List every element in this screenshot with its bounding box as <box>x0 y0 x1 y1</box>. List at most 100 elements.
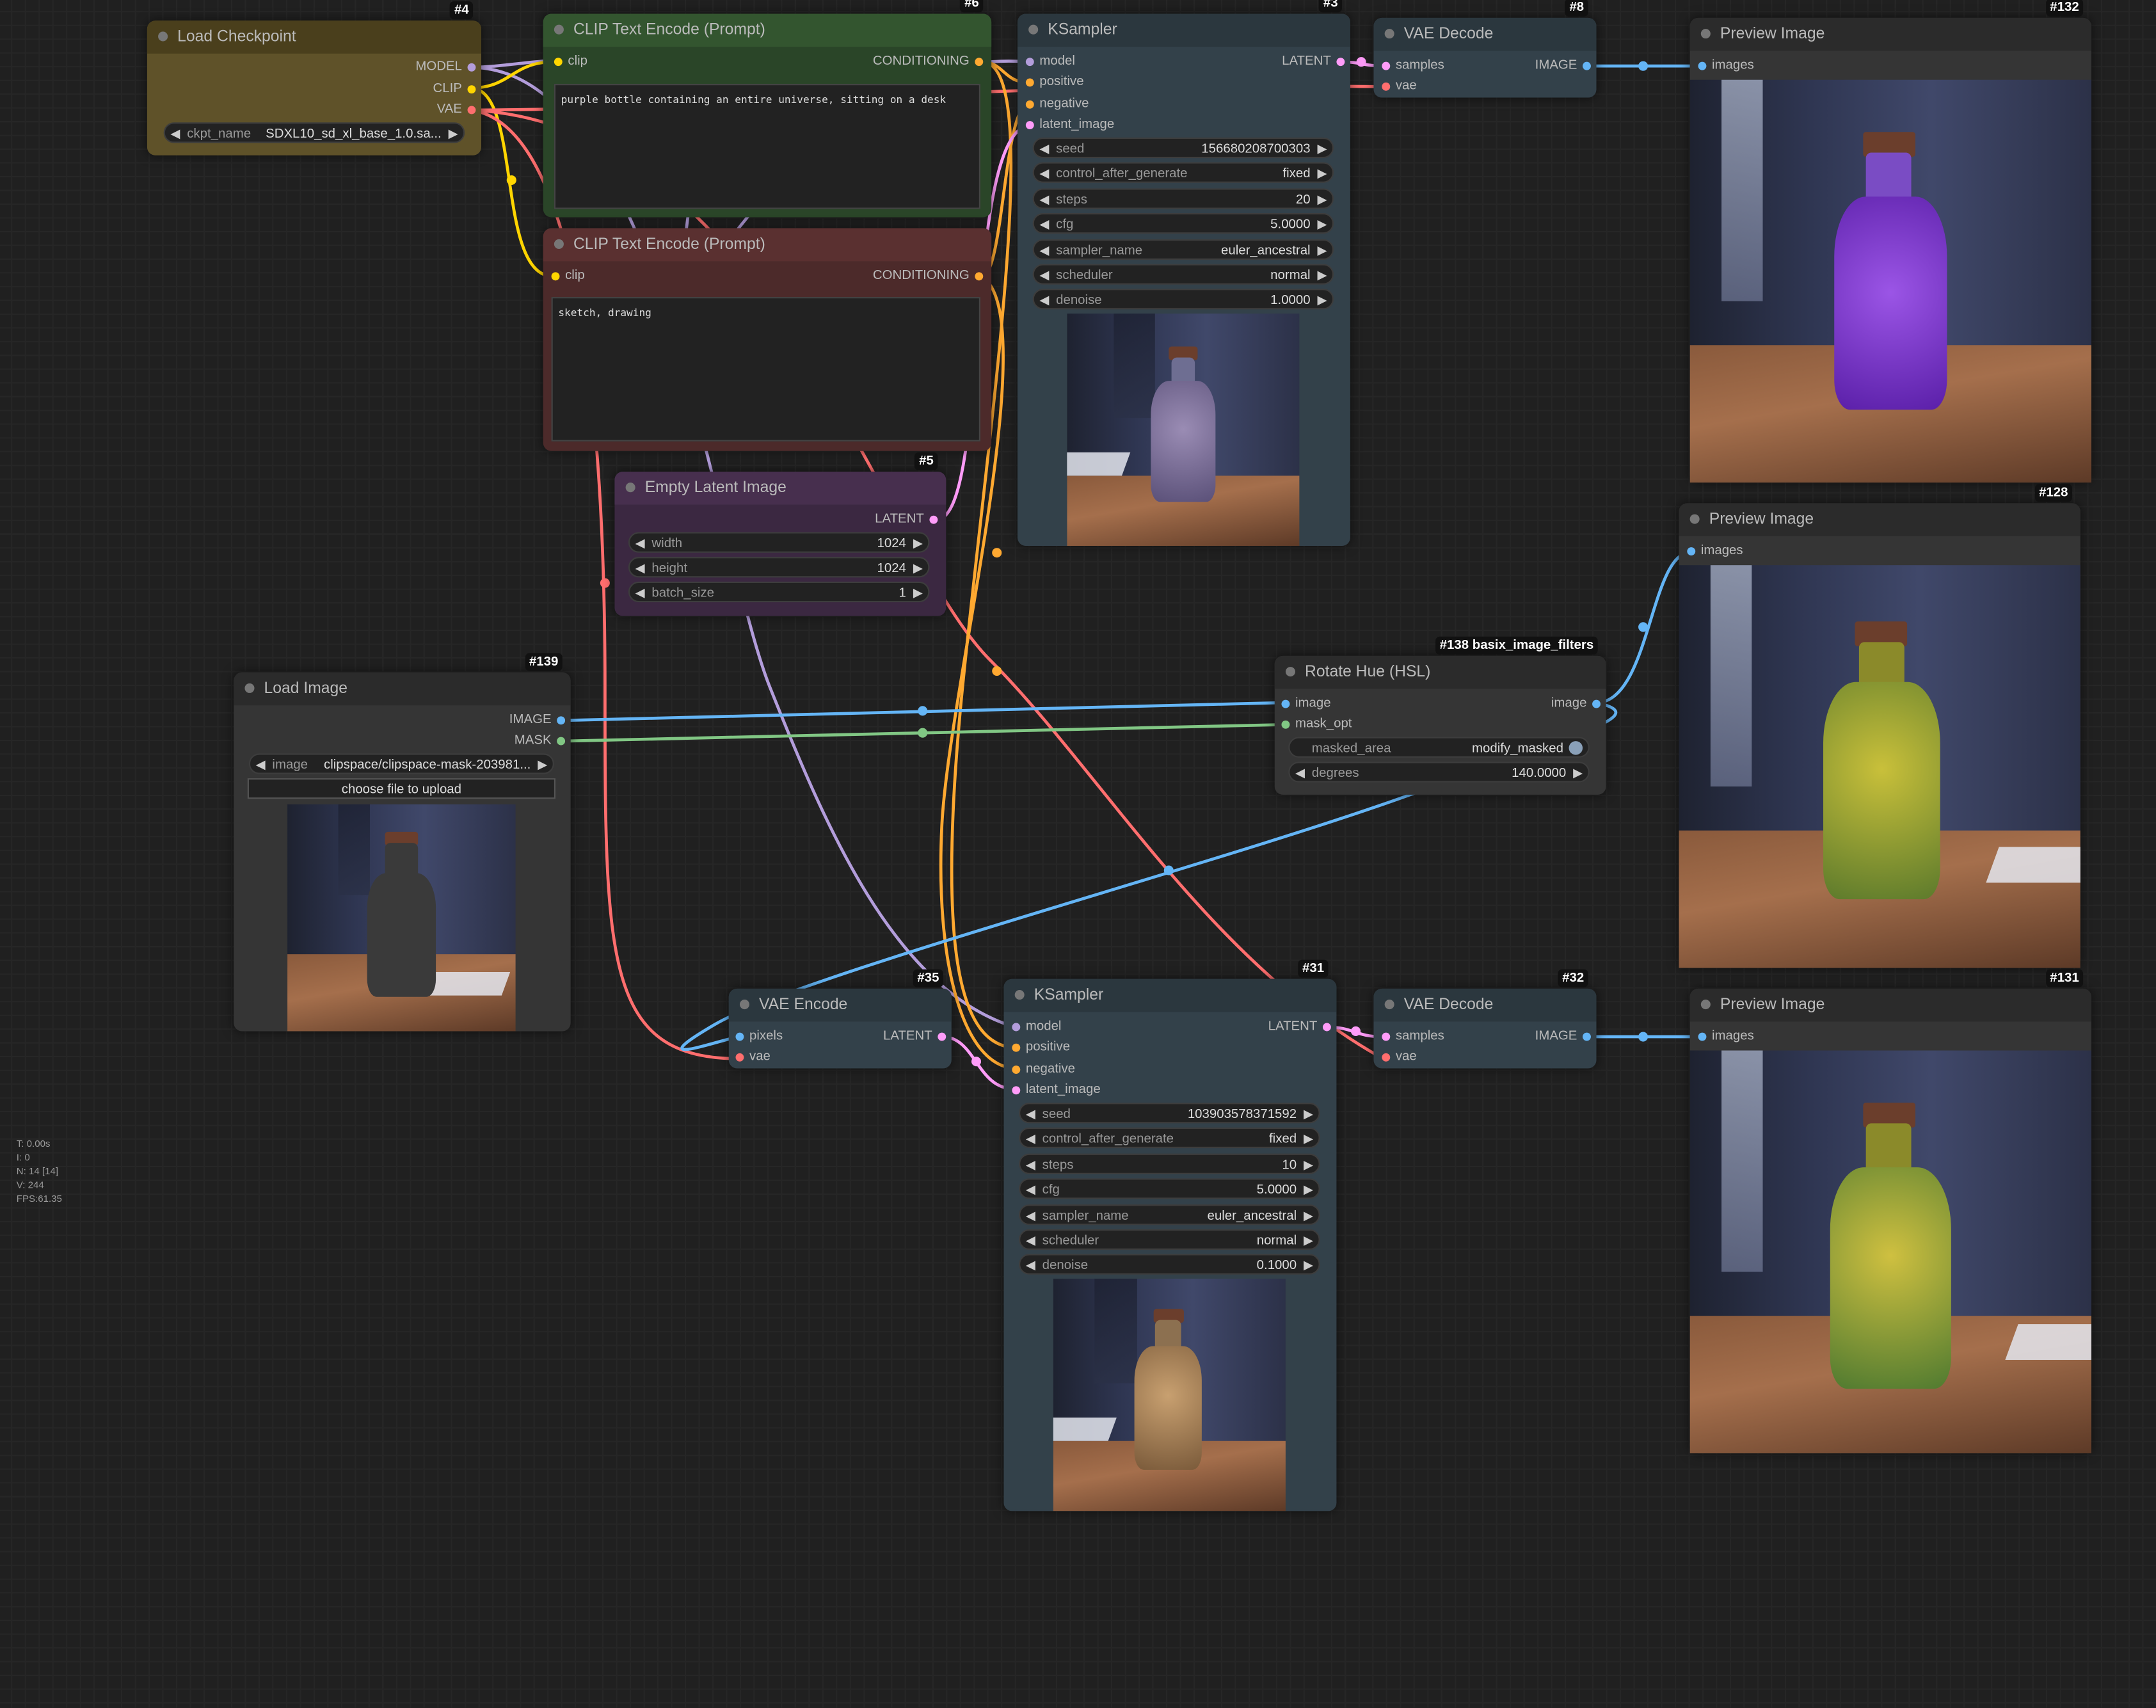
arrow-right-icon[interactable]: ▶ <box>1573 763 1583 783</box>
input-dot-icon[interactable] <box>1012 1023 1021 1032</box>
arrow-left-icon[interactable]: ◀ <box>1039 290 1049 310</box>
output-latent[interactable]: LATENT <box>883 1027 946 1046</box>
node-title[interactable]: Load Checkpoint <box>147 20 482 54</box>
input-dot-icon[interactable] <box>1698 61 1707 70</box>
arrow-left-icon[interactable]: ◀ <box>1026 1256 1035 1276</box>
toggle-knob-icon[interactable] <box>1569 741 1583 755</box>
ckpt-name-combo[interactable]: ◀ ckpt_name SDXL10_sd_xl_base_1.0.sa... ▶ <box>163 122 465 144</box>
arrow-right-icon[interactable]: ▶ <box>1304 1129 1313 1149</box>
output-conditioning[interactable]: CONDITIONING <box>873 267 984 286</box>
input-dot-icon[interactable] <box>735 1032 744 1041</box>
choose-file-button[interactable]: choose file to upload <box>247 778 556 799</box>
arrow-right-icon[interactable]: ▶ <box>913 583 923 603</box>
node-title[interactable]: Preview Image <box>1689 988 2092 1022</box>
input-dot-icon[interactable] <box>1281 699 1290 708</box>
arrow-left-icon[interactable]: ◀ <box>1026 1104 1035 1124</box>
input-clip[interactable]: clip <box>554 52 587 72</box>
preview-image-node-top[interactable]: #132 Preview Image images <box>1689 0 2092 483</box>
input-dot-icon[interactable] <box>1025 58 1034 67</box>
preview-image-hue-rotated[interactable] <box>1679 565 2080 968</box>
arrow-left-icon[interactable]: ◀ <box>1026 1155 1035 1176</box>
preview-image-purple-bottle[interactable] <box>1689 79 2092 483</box>
input-negative[interactable]: negative <box>1025 95 1089 114</box>
arrow-right-icon[interactable]: ▶ <box>1318 290 1327 310</box>
input-dot-icon[interactable] <box>554 58 563 67</box>
input-mask-opt[interactable]: mask_opt <box>1281 715 1352 734</box>
collapse-dot-icon[interactable] <box>1689 514 1700 524</box>
node-title[interactable]: Preview Image <box>1689 17 2092 51</box>
seed-widget[interactable]: ◀ seed 103903578371592 ▶ <box>1019 1103 1320 1124</box>
cfg-widget[interactable]: ◀ cfg 5.0000 ▶ <box>1032 213 1334 235</box>
arrow-right-icon[interactable]: ▶ <box>1304 1179 1313 1200</box>
vae-decode-node-top[interactable]: #8 VAE Decode samples vae IMAGE <box>1373 0 1597 98</box>
output-dot-icon[interactable] <box>1583 1032 1591 1041</box>
image-combo[interactable]: ◀ image clipspace/clipspace-mask-203981...… <box>248 753 554 776</box>
arrow-left-icon[interactable]: ◀ <box>1039 164 1049 184</box>
arrow-left-icon[interactable]: ◀ <box>1026 1179 1035 1200</box>
input-model[interactable]: model <box>1025 52 1075 72</box>
preview-image-node-mid[interactable]: #128 Preview Image images <box>1679 484 2080 968</box>
arrow-right-icon[interactable]: ▶ <box>913 558 923 579</box>
collapse-dot-icon[interactable] <box>1014 989 1025 1000</box>
input-dot-icon[interactable] <box>1281 720 1290 729</box>
output-mask[interactable]: MASK <box>515 731 566 751</box>
input-negative[interactable]: negative <box>1012 1060 1075 1080</box>
arrow-left-icon[interactable]: ◀ <box>1039 214 1049 235</box>
input-pixels[interactable]: pixels <box>735 1027 783 1046</box>
vae-decode-node-bottom[interactable]: #32 VAE Decode samples vae IMAGE <box>1373 969 1597 1069</box>
input-dot-icon[interactable] <box>1382 61 1391 70</box>
prompt-textarea[interactable]: sketch, drawing <box>551 297 980 442</box>
masked-area-toggle[interactable]: masked_area modify_masked <box>1288 737 1590 758</box>
input-dot-icon[interactable] <box>1698 1032 1707 1041</box>
output-dot-icon[interactable] <box>467 85 476 94</box>
input-latent-image[interactable]: latent_image <box>1012 1081 1101 1100</box>
collapse-dot-icon[interactable] <box>1700 29 1711 39</box>
arrow-left-icon[interactable]: ◀ <box>1039 266 1049 286</box>
collapse-dot-icon[interactable] <box>554 239 564 249</box>
input-dot-icon[interactable] <box>1012 1066 1021 1074</box>
node-title[interactable]: Load Image <box>234 672 571 706</box>
node-title[interactable]: CLIP Text Encode (Prompt) <box>543 228 992 262</box>
output-dot-icon[interactable] <box>929 515 938 524</box>
output-latent[interactable]: LATENT <box>1282 52 1345 72</box>
node-title[interactable]: Preview Image <box>1679 503 2080 536</box>
arrow-right-icon[interactable]: ▶ <box>1318 164 1327 184</box>
input-dot-icon[interactable] <box>735 1053 744 1062</box>
output-model[interactable]: MODEL <box>415 58 476 77</box>
collapse-dot-icon[interactable] <box>1384 29 1394 39</box>
arrow-left-icon[interactable]: ◀ <box>1295 763 1305 783</box>
seed-widget[interactable]: ◀ seed 156680208700303 ▶ <box>1032 137 1334 159</box>
output-image[interactable]: IMAGE <box>1535 1027 1591 1046</box>
output-dot-icon[interactable] <box>467 106 476 115</box>
rotate-hue-node[interactable]: #138 basix_image_filters Rotate Hue (HSL… <box>1274 636 1606 795</box>
input-positive[interactable]: positive <box>1025 73 1084 92</box>
input-images[interactable]: images <box>1698 1027 1754 1046</box>
preview-image-node-bottom[interactable]: #131 Preview Image images <box>1689 969 2092 1454</box>
arrow-right-icon[interactable]: ▶ <box>449 124 458 144</box>
output-vae[interactable]: VAE <box>437 100 476 120</box>
preview-image-final[interactable] <box>1689 1050 2092 1454</box>
scheduler-widget[interactable]: ◀ scheduler normal ▶ <box>1032 264 1334 286</box>
input-vae[interactable]: vae <box>1382 1048 1417 1067</box>
sampler-name-widget[interactable]: ◀ sampler_name euler_ancestral ▶ <box>1019 1204 1320 1225</box>
output-dot-icon[interactable] <box>557 716 566 725</box>
arrow-right-icon[interactable]: ▶ <box>538 755 547 776</box>
collapse-dot-icon[interactable] <box>554 24 564 35</box>
ksampler-node-bottom[interactable]: #31 KSampler model positive negative lat… <box>1003 959 1337 1512</box>
arrow-left-icon[interactable]: ◀ <box>1026 1206 1035 1226</box>
arrow-right-icon[interactable]: ▶ <box>1318 139 1327 159</box>
output-clip[interactable]: CLIP <box>433 80 476 99</box>
input-vae[interactable]: vae <box>735 1048 771 1067</box>
input-dot-icon[interactable] <box>1687 547 1696 556</box>
arrow-left-icon[interactable]: ◀ <box>635 534 645 554</box>
clip-text-encode-positive-node[interactable]: #6 CLIP Text Encode (Prompt) clip CONDIT… <box>543 0 992 218</box>
output-image[interactable]: image <box>1551 694 1601 714</box>
output-dot-icon[interactable] <box>1583 61 1591 70</box>
width-widget[interactable]: ◀ width 1024 ▶ <box>628 532 930 553</box>
input-dot-icon[interactable] <box>1382 1032 1391 1041</box>
arrow-right-icon[interactable]: ▶ <box>1318 266 1327 286</box>
collapse-dot-icon[interactable] <box>625 483 635 493</box>
arrow-left-icon[interactable]: ◀ <box>170 124 180 144</box>
input-dot-icon[interactable] <box>1012 1086 1021 1095</box>
vae-encode-node[interactable]: #35 VAE Encode pixels vae LATENT <box>728 969 952 1069</box>
